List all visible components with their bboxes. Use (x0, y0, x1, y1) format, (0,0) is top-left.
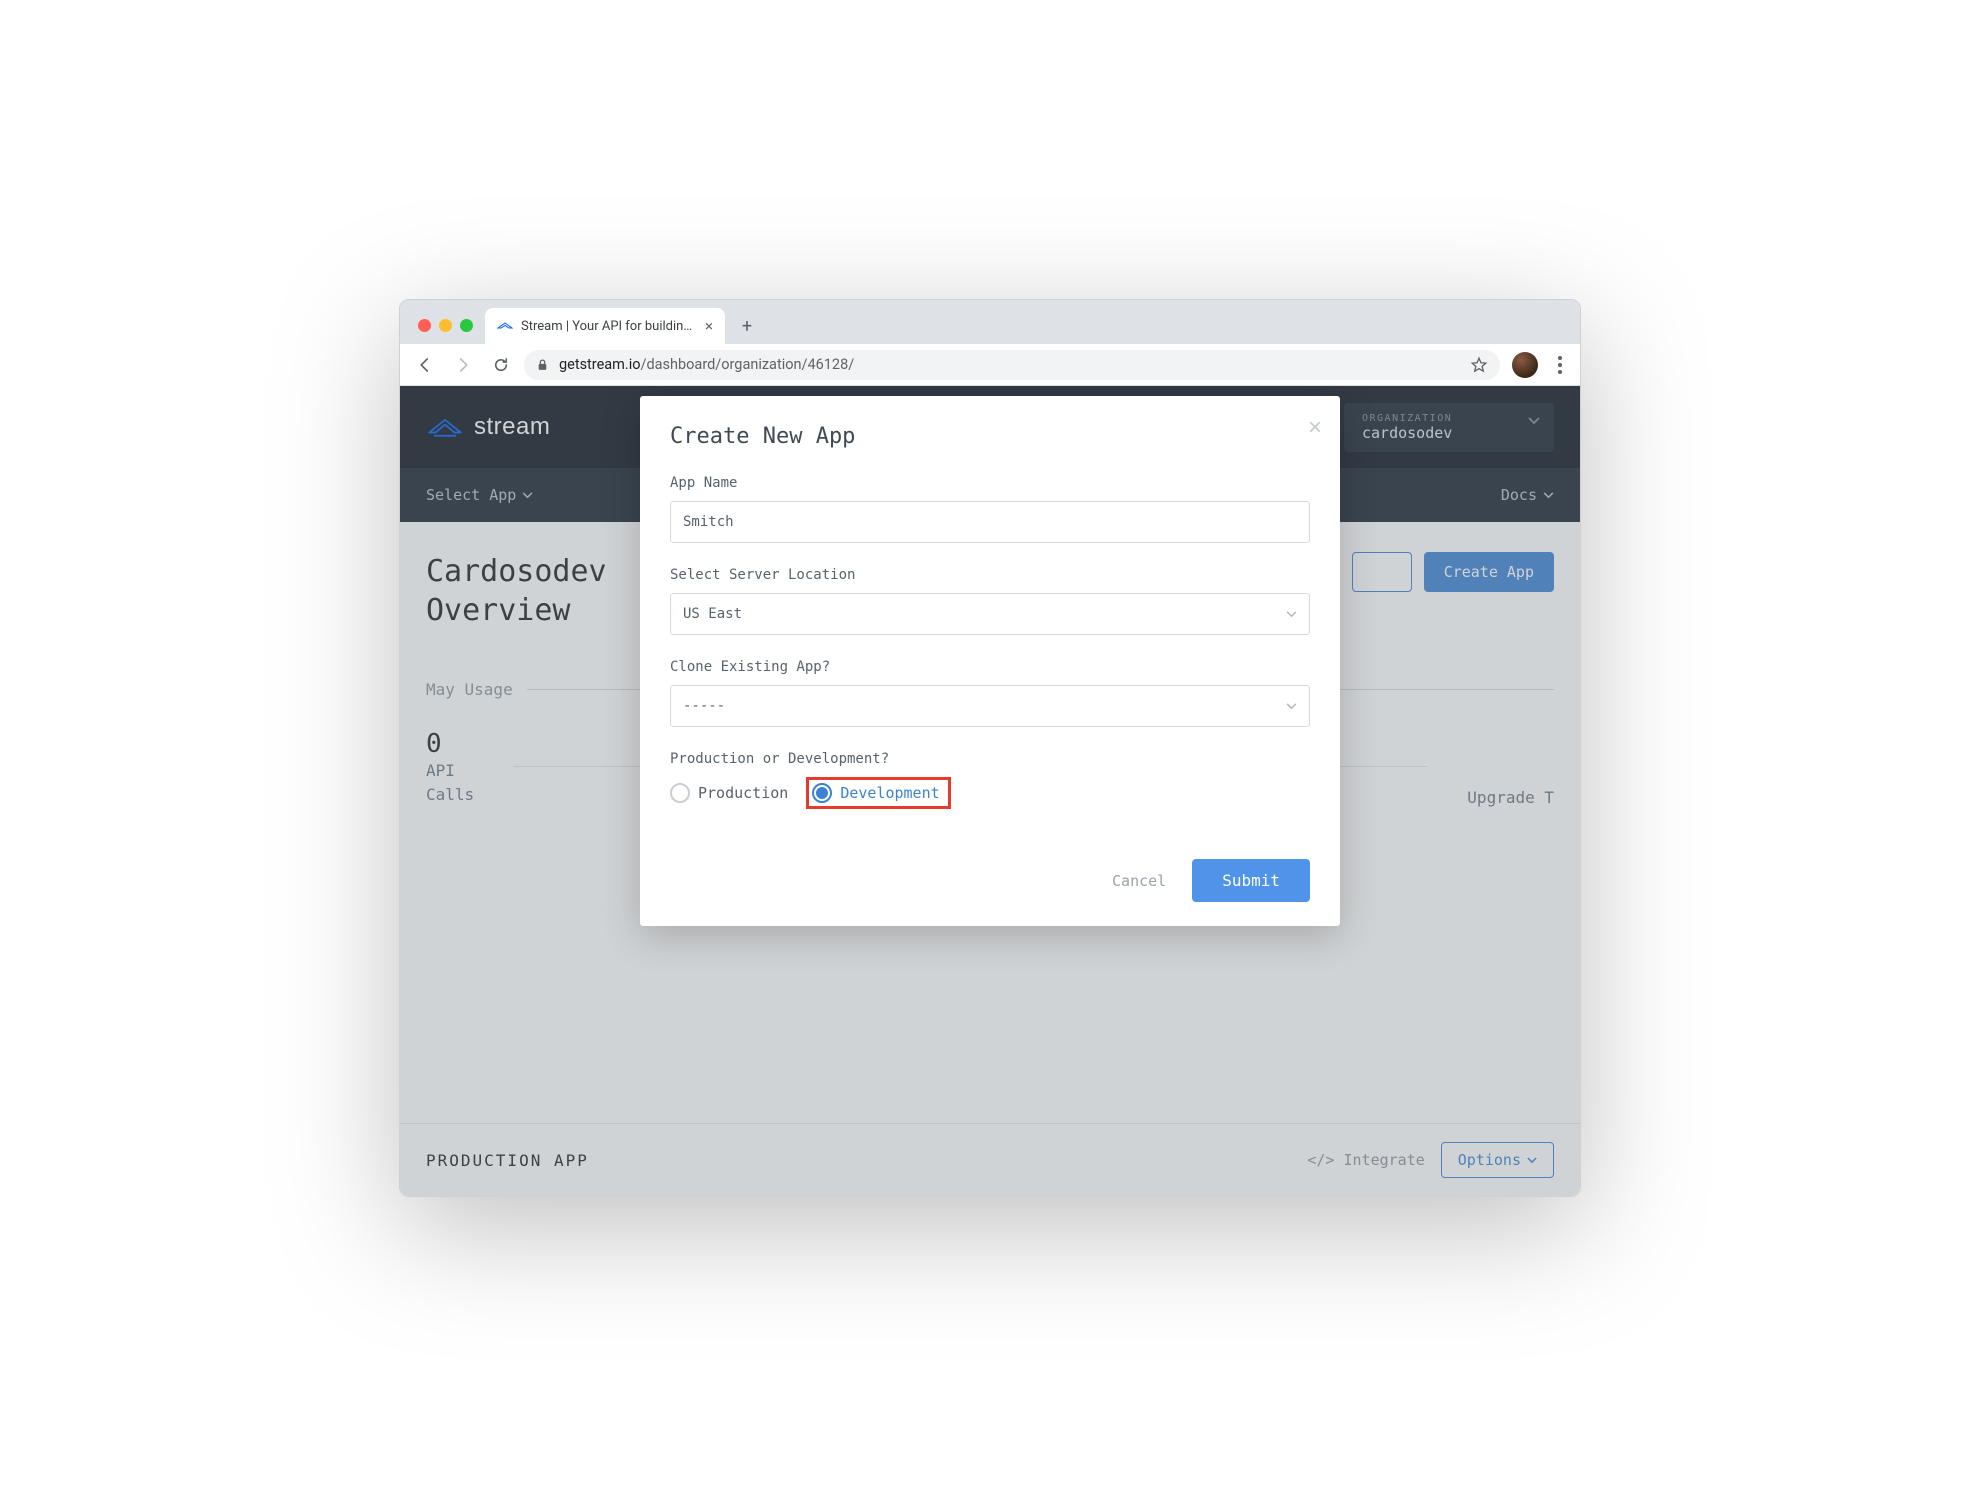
new-tab-button[interactable]: + (733, 312, 761, 340)
page-viewport: stream ORGANIZATION cardosodev Select Ap… (400, 386, 1580, 1196)
lock-icon (536, 358, 549, 372)
app-name-field: App Name (670, 475, 1310, 543)
window-close-button[interactable] (418, 319, 431, 332)
environment-field: Production or Development? Production De… (670, 751, 1310, 809)
url-host: getstream.io (559, 356, 641, 373)
radio-production-label: Production (698, 784, 788, 802)
radio-icon (812, 783, 832, 803)
highlight-annotation: Development (806, 777, 950, 809)
browser-menu-icon[interactable] (1550, 356, 1570, 374)
bookmark-star-icon[interactable] (1470, 356, 1488, 374)
server-location-label: Select Server Location (670, 567, 1310, 583)
environment-radio-group: Production Development (670, 777, 1310, 809)
tab-close-icon[interactable]: × (705, 317, 713, 335)
clone-app-label: Clone Existing App? (670, 659, 1310, 675)
tab-title: Stream | Your API for building a (521, 319, 697, 334)
stream-favicon-icon (497, 321, 513, 331)
address-bar[interactable]: getstream.io/dashboard/organization/4612… (524, 350, 1500, 380)
clone-app-field: Clone Existing App? ----- (670, 659, 1310, 727)
close-icon[interactable]: × (1308, 414, 1322, 442)
browser-window: Stream | Your API for building a × + ge (399, 299, 1581, 1197)
cancel-button[interactable]: Cancel (1112, 872, 1166, 890)
window-zoom-button[interactable] (460, 319, 473, 332)
macos-traffic-lights (412, 319, 485, 344)
browser-tab[interactable]: Stream | Your API for building a × (485, 308, 725, 344)
profile-avatar[interactable] (1512, 352, 1538, 378)
window-minimize-button[interactable] (439, 319, 452, 332)
create-app-modal: × Create New App App Name Select Server … (640, 396, 1340, 926)
modal-footer: Cancel Submit (670, 859, 1310, 902)
clone-app-value: ----- (683, 698, 725, 714)
radio-development-label: Development (840, 784, 939, 802)
chevron-down-icon (1286, 703, 1297, 710)
chevron-down-icon (1286, 611, 1297, 618)
server-location-select[interactable]: US East (670, 593, 1310, 635)
forward-button[interactable] (448, 350, 478, 380)
radio-production[interactable]: Production (670, 783, 788, 803)
submit-button[interactable]: Submit (1192, 859, 1310, 902)
browser-tab-strip: Stream | Your API for building a × + (400, 300, 1580, 344)
app-name-input[interactable] (670, 501, 1310, 543)
server-location-value: US East (683, 606, 742, 622)
server-location-field: Select Server Location US East (670, 567, 1310, 635)
radio-icon (670, 783, 690, 803)
url-path: /dashboard/organization/46128/ (641, 356, 855, 373)
back-button[interactable] (410, 350, 440, 380)
radio-development[interactable]: Development (812, 783, 939, 803)
browser-toolbar: getstream.io/dashboard/organization/4612… (400, 344, 1580, 386)
app-name-label: App Name (670, 475, 1310, 491)
modal-title: Create New App (670, 424, 1310, 449)
reload-button[interactable] (486, 350, 516, 380)
environment-label: Production or Development? (670, 751, 1310, 767)
url-text: getstream.io/dashboard/organization/4612… (559, 356, 854, 373)
clone-app-select[interactable]: ----- (670, 685, 1310, 727)
